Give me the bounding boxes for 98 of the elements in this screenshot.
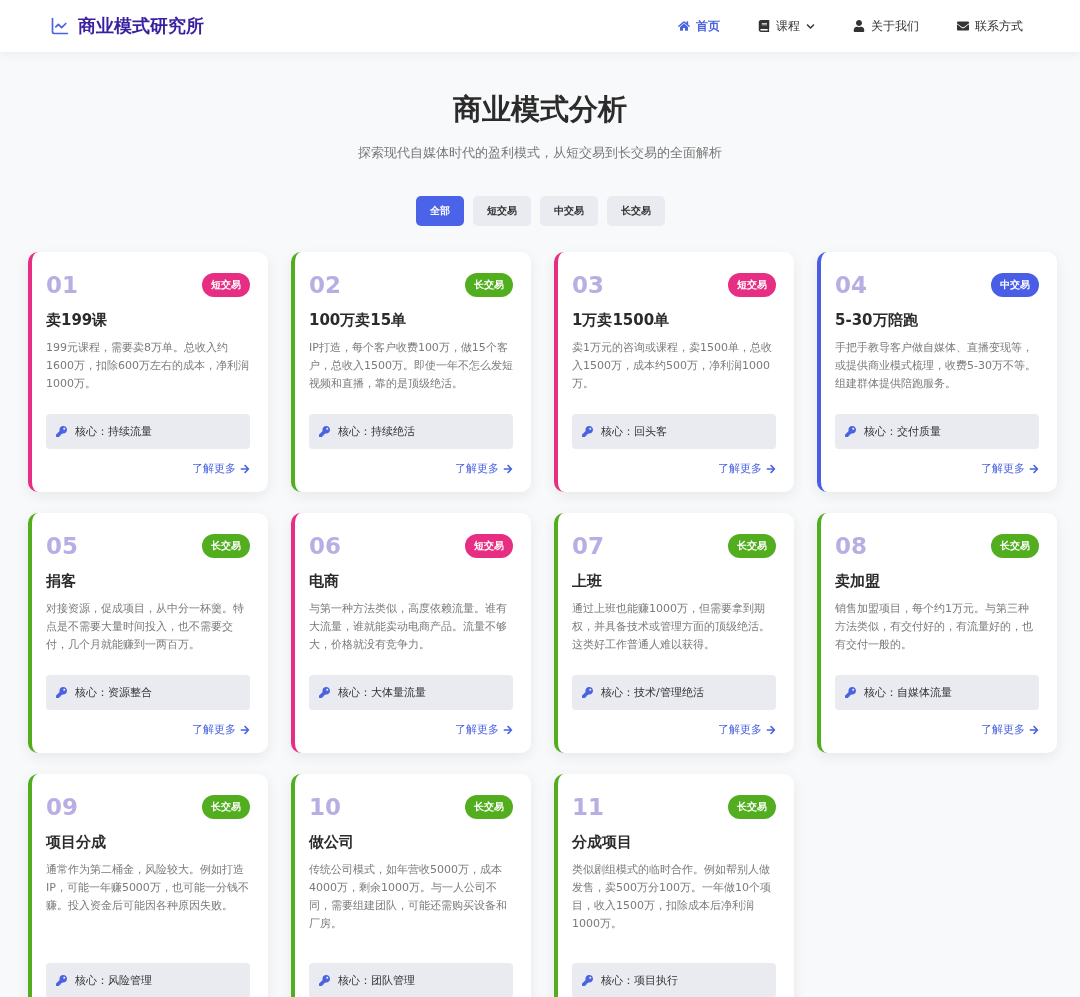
- nav-link[interactable]: 课程: [749, 11, 824, 41]
- core-text: 核心：回头客: [601, 424, 667, 439]
- card-number: 06: [309, 532, 341, 560]
- arrow-right-icon: [766, 463, 776, 474]
- arrow-right-icon: [503, 463, 513, 474]
- card-description: 卖1万元的咨询或课程，卖1500单，总收入1500万，成本约500万，净利润1000万。: [572, 340, 773, 392]
- card-title: 1万卖1500单: [572, 311, 671, 330]
- card-description: 对接资源，促成项目，从中分一杯羹。特点是不需要大量时间投入，也不需要交付，几个月就能赚到一两百万。: [46, 601, 245, 653]
- type-tag: 中交易: [991, 273, 1039, 297]
- user-icon: [853, 20, 865, 32]
- type-tag: 短交易: [202, 273, 250, 297]
- key-icon: [319, 975, 330, 986]
- card-number: 05: [46, 532, 78, 560]
- arrow-right-icon: [240, 463, 250, 474]
- arrow-right-icon: [766, 724, 776, 735]
- envelope-icon: [957, 20, 969, 32]
- key-icon: [56, 426, 67, 437]
- card-title: 电商: [309, 572, 340, 591]
- core-text: 核心：技术/管理绝活: [601, 685, 704, 700]
- card-number: 07: [572, 532, 604, 560]
- site-logo[interactable]: 商业模式研究所: [78, 14, 204, 38]
- filter-button[interactable]: 全部: [415, 196, 464, 226]
- learn-more-link[interactable]: 了解更多: [455, 722, 513, 737]
- filter-button[interactable]: 长交易: [606, 196, 665, 226]
- arrow-right-icon: [1029, 463, 1039, 474]
- core-text: 核心：持续绝活: [338, 424, 415, 439]
- key-icon: [56, 687, 67, 698]
- card-title: 卖加盟: [835, 572, 881, 591]
- type-tag: 长交易: [728, 534, 776, 558]
- learn-more-link[interactable]: 了解更多: [718, 461, 776, 476]
- type-tag: 短交易: [465, 534, 513, 558]
- home-icon: [678, 20, 690, 32]
- type-tag: 长交易: [465, 273, 513, 297]
- learn-more-link[interactable]: 了解更多: [981, 722, 1039, 737]
- card-description: IP打造，每个客户收费100万，做15个客户，总收入1500万。即使一年不怎么发短视频和直播，靠的是顶级绝活。: [309, 340, 513, 392]
- learn-more-link[interactable]: 了解更多: [455, 461, 513, 476]
- core-text: 核心：持续流量: [75, 424, 152, 439]
- card-description: 与第一种方法类似，高度依赖流量。谁有大流量，谁就能卖动电商产品。流量不够大，价格就没有竞争力。: [309, 601, 508, 653]
- type-tag: 长交易: [202, 534, 250, 558]
- book-icon: [758, 20, 770, 32]
- key-icon: [319, 687, 330, 698]
- key-icon: [845, 426, 856, 437]
- core-text: 核心：风险管理: [75, 973, 152, 988]
- key-icon: [845, 687, 856, 698]
- type-tag: 短交易: [728, 273, 776, 297]
- key-icon: [582, 687, 593, 698]
- line-chart-icon: [50, 16, 70, 36]
- key-icon: [319, 426, 330, 437]
- learn-more-link[interactable]: 了解更多: [192, 461, 250, 476]
- learn-more-link[interactable]: 了解更多: [718, 722, 776, 737]
- card-title: 项目分成: [46, 833, 107, 852]
- nav-link[interactable]: 首页: [669, 11, 729, 41]
- card-description: 传统公司模式，如年营收5000万，成本4000万，剩余1000万。与一人公司不同，需要组建团队，可能还需购买设备和厂房。: [309, 862, 508, 932]
- page-title: 商业模式分析: [453, 91, 627, 128]
- core-text: 核心：交付质量: [864, 424, 941, 439]
- card-description: 199元课程，需要卖8万单。总收入约1600万，扣除600万左右的成本，净利润1000万。: [46, 340, 250, 392]
- key-icon: [56, 975, 67, 986]
- core-text: 核心：团队管理: [338, 973, 415, 988]
- card-title: 5-30万陪跑: [835, 311, 919, 330]
- filter-button[interactable]: 短交易: [472, 196, 531, 226]
- card-description: 通过上班也能赚1000万，但需要拿到期权，并具备技术或管理方面的顶级绝活。这类好工作普通人难以获得。: [572, 601, 771, 653]
- core-text: 核心：大体量流量: [338, 685, 426, 700]
- card-title: 100万卖15单: [309, 311, 408, 330]
- card-title: 做公司: [309, 833, 355, 852]
- card-description: 类似剧组模式的临时合作。例如帮别人做发售，卖500万分100万。一年做10个项目，收入1500万，扣除成本后净利润1000万。: [572, 862, 772, 932]
- card-title: 卖199课: [46, 311, 109, 330]
- card-number: 04: [835, 271, 867, 299]
- nav-link[interactable]: 联系方式: [948, 11, 1032, 41]
- card-description: 销售加盟项目，每个约1万元。与第三种方法类似，有交付好的，有流量好的，也有交付一般的。: [835, 601, 1034, 653]
- card-number: 11: [572, 793, 604, 821]
- type-tag: 长交易: [728, 795, 776, 819]
- arrow-right-icon: [1029, 724, 1039, 735]
- key-icon: [582, 975, 593, 986]
- nav-link[interactable]: 关于我们: [844, 11, 928, 41]
- card-number: 10: [309, 793, 341, 821]
- core-text: 核心：资源整合: [75, 685, 152, 700]
- key-icon: [582, 426, 593, 437]
- arrow-right-icon: [240, 724, 250, 735]
- card-number: 02: [309, 271, 341, 299]
- page-subtitle: 探索现代自媒体时代的盈利模式，从短交易到长交易的全面解析: [358, 144, 722, 162]
- card-title: 分成项目: [572, 833, 633, 852]
- card-number: 08: [835, 532, 867, 560]
- core-text: 核心：项目执行: [601, 973, 678, 988]
- card-description: 通常作为第二桶金，风险较大。例如打造IP，可能一年赚5000万，也可能一分钱不赚。投入资金后可能因各种原因失败。: [46, 862, 250, 914]
- arrow-right-icon: [503, 724, 513, 735]
- type-tag: 长交易: [465, 795, 513, 819]
- card-title: 捐客: [46, 572, 77, 591]
- filter-button[interactable]: 中交易: [539, 196, 598, 226]
- type-tag: 长交易: [991, 534, 1039, 558]
- card-number: 01: [46, 271, 78, 299]
- type-tag: 长交易: [202, 795, 250, 819]
- card-number: 09: [46, 793, 78, 821]
- card-title: 上班: [572, 572, 603, 591]
- core-text: 核心：自媒体流量: [864, 685, 952, 700]
- learn-more-link[interactable]: 了解更多: [981, 461, 1039, 476]
- card-number: 03: [572, 271, 604, 299]
- card-description: 手把手教导客户做自媒体、直播变现等，或提供商业模式梳理，收费5-30万不等。组建群体提供陪跑服务。: [835, 340, 1037, 392]
- learn-more-link[interactable]: 了解更多: [192, 722, 250, 737]
